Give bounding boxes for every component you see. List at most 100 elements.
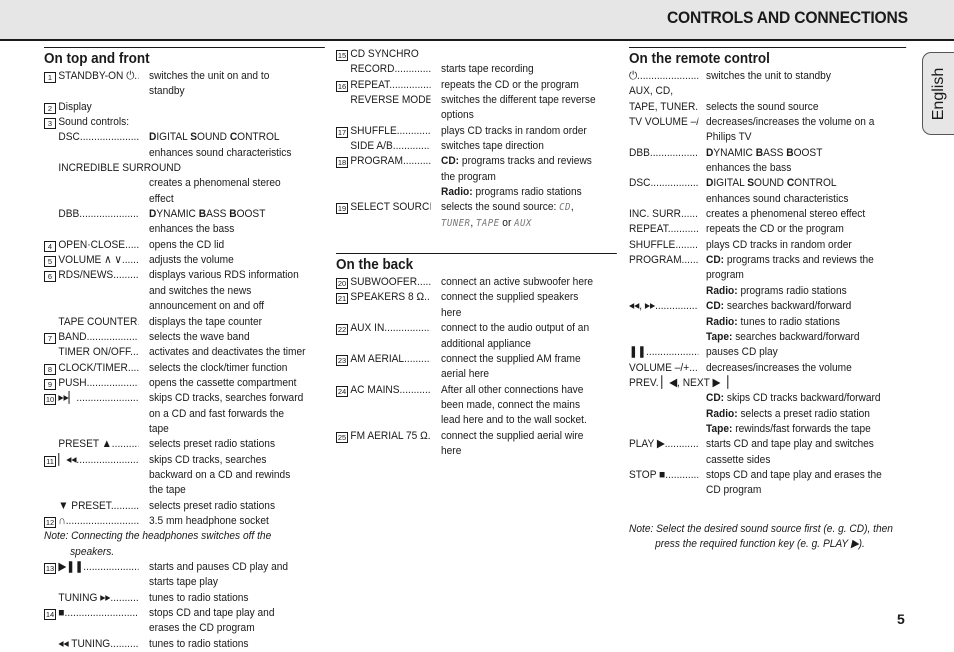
language-tab[interactable]: English <box>922 52 954 135</box>
item-description: displays the tape counter <box>149 315 263 328</box>
item-description: switches the unit on and to standby <box>149 70 270 98</box>
list-item: 13▶❚❚starts and pauses CD play and start… <box>44 560 324 591</box>
item-description: repeats the CD or the program <box>706 223 844 236</box>
item-label: DBB <box>629 146 698 177</box>
item-label: SUBWOOFER <box>336 275 430 290</box>
item-label: REPEAT <box>336 78 430 93</box>
item-label: ▼ PRESET <box>44 499 138 514</box>
item-label: SHUFFLE <box>336 124 430 139</box>
column-remote: On the remote control ⏻ switches the unit… <box>629 47 909 552</box>
list-item: VOLUME –/+ decreases/increases the volume <box>629 361 909 376</box>
item-description: selects the sound source <box>706 100 819 113</box>
list-item: 9PUSHopens the cassette compartment <box>44 376 324 391</box>
item-label: REPEAT <box>629 222 698 237</box>
item-label: BAND <box>44 330 138 345</box>
item-description: selects the wave band <box>149 330 250 343</box>
list-item: 22AUX INconnect to the audio output of a… <box>336 321 616 352</box>
item-label: DSC <box>629 176 698 207</box>
list-item: 7BANDselects the wave band <box>44 330 324 345</box>
page-title: CONTROLS AND CONNECTIONS <box>667 8 908 27</box>
item-label: PLAY ▶ <box>629 437 698 468</box>
item-label: TUNING ▸▸ <box>44 591 138 606</box>
item-label: ▶❚❚ <box>44 560 138 591</box>
list-item: 23AM AERIALconnect the supplied AM frame… <box>336 352 616 383</box>
item-label: INC. SURR. <box>629 207 698 222</box>
list-item: AUX, CD, <box>629 84 909 99</box>
item-label: PRESET ▲ <box>44 437 138 452</box>
item-label: AUX IN <box>336 321 430 352</box>
top-front-list-continued: 13▶❚❚starts and pauses CD play and start… <box>44 560 324 652</box>
item-description: connect to the audio output of an additi… <box>441 322 590 350</box>
list-item: 24AC MAINSAfter all other connections ha… <box>336 383 616 429</box>
item-label: ▏◂◂ <box>44 453 138 499</box>
item-description: CD: searches backward/forward Radio: tun… <box>706 300 860 343</box>
list-item: INC. SURR. creates a phenomenal stereo ef… <box>629 207 909 222</box>
headphones-note: Note: Connecting the headphones switches… <box>44 530 272 558</box>
item-description: DIGITAL SOUND CONTROL enhances sound cha… <box>149 131 292 159</box>
list-item: ▼ PRESET selects preset radio stations <box>44 499 324 514</box>
item-label: VOLUME –/+ <box>629 361 698 376</box>
list-item: 6RDS/NEWSdisplays various RDS informatio… <box>44 268 324 314</box>
item-description: CD: programs tracks and reviews the prog… <box>706 254 874 297</box>
item-description: creates a phenomenal stereo effect <box>149 177 281 205</box>
list-item: DBB DYNAMIC BASS BOOST enhances the bass <box>44 207 324 238</box>
list-item: 17SHUFFLEplays CD tracks in random order <box>336 124 616 139</box>
list-item: TAPE COUNTER displays the tape counter <box>44 315 324 330</box>
item-description: switches the different tape reverse opti… <box>441 94 596 122</box>
item-description: switches the unit to standby <box>706 70 831 82</box>
item-label: ■ <box>44 606 138 637</box>
list-item: 25FM AERIAL 75 Ωconnect the supplied aer… <box>336 429 616 460</box>
item-description: DIGITAL SOUND CONTROL enhances sound cha… <box>706 177 849 205</box>
item-label: VOLUME ∧ ∨ <box>44 253 138 268</box>
item-description: connect an active subwoofer here <box>441 276 594 289</box>
item-description: tunes to radio stations <box>149 637 249 650</box>
item-label: TIMER ON/OFF <box>44 345 138 360</box>
list-item: ❚❚ pauses CD play <box>629 345 909 360</box>
item-label: SIDE A/B <box>336 139 430 154</box>
list-item: 19 SELECT SOURCE selects the sound source:… <box>336 200 616 231</box>
list-item: 1STANDBY-ON ⏻switches the unit on and to… <box>44 69 324 100</box>
list-item: PLAY ▶ starts CD and tape play and switch… <box>629 437 909 468</box>
item-label: PREV. ▏◀, NEXT ▶▕ <box>629 376 729 389</box>
top-front-list: 1STANDBY-ON ⏻switches the unit on and to… <box>44 69 324 529</box>
item-description: creates a phenomenal stereo effect <box>706 208 866 221</box>
section-title-remote: On the remote control <box>629 47 907 68</box>
item-description: skips CD tracks, searches backward on a … <box>149 453 291 497</box>
item-label: ❚❚ <box>629 345 698 360</box>
list-item: 15 CD SYNCHRO <box>336 47 616 62</box>
item-label: INCREDIBLE SURROUND <box>58 162 181 175</box>
item-description: plays CD tracks in random order <box>706 238 852 251</box>
item-label: TV VOLUME –/+ <box>629 116 699 129</box>
item-label: ◂◂ TUNING <box>44 637 138 652</box>
item-description: After all other connections have been ma… <box>441 383 587 427</box>
list-item: REPEAT repeats the CD or the program <box>629 222 909 237</box>
item-label: ◂◂, ▸▸ <box>629 299 698 345</box>
item-label: SPEAKERS 8 Ω <box>336 290 430 321</box>
page-number: 5 <box>897 611 905 627</box>
item-label: ⏻ <box>629 69 698 84</box>
list-item: TAPE, TUNER selects the sound source <box>629 100 909 115</box>
item-label: TAPE, TUNER <box>629 100 698 115</box>
item-label: AM AERIAL <box>336 352 430 383</box>
list-item: STOP ■ stops CD and tape play and erases … <box>629 468 909 499</box>
item-description: skips CD tracks, searches forward on a C… <box>149 392 304 435</box>
item-label: RDS/NEWS <box>44 268 138 314</box>
list-item: 11▏◂◂skips CD tracks, searches backward … <box>44 453 324 499</box>
list-item: ◂◂ TUNING tunes to radio stations <box>44 637 324 652</box>
section-title-back: On the back <box>336 253 618 274</box>
item-description: activates and deactivates the timer <box>149 346 306 359</box>
item-label: PUSH <box>44 376 138 391</box>
back-list: 20SUBWOOFERconnect an active subwoofer h… <box>336 275 616 459</box>
list-item: 20SUBWOOFERconnect an active subwoofer h… <box>336 275 616 290</box>
item-label: TAPE COUNTER <box>44 315 138 330</box>
item-label: DBB <box>44 207 138 238</box>
item-description: decreases/increases the volume on a Phil… <box>706 116 875 144</box>
item-label <box>629 391 698 437</box>
list-item: 16REPEATrepeats the CD or the program <box>336 78 616 93</box>
column-top-front: On top and front 1STANDBY-ON ⏻switches t… <box>44 47 326 652</box>
item-description: starts and pauses CD play and starts tap… <box>149 561 289 589</box>
item-label: ▸▸▏ <box>44 391 138 437</box>
item-description: connect the supplied aerial wire here <box>441 429 584 457</box>
item-description: adjusts the volume <box>149 254 234 267</box>
section-title-top-front: On top and front <box>44 47 326 68</box>
